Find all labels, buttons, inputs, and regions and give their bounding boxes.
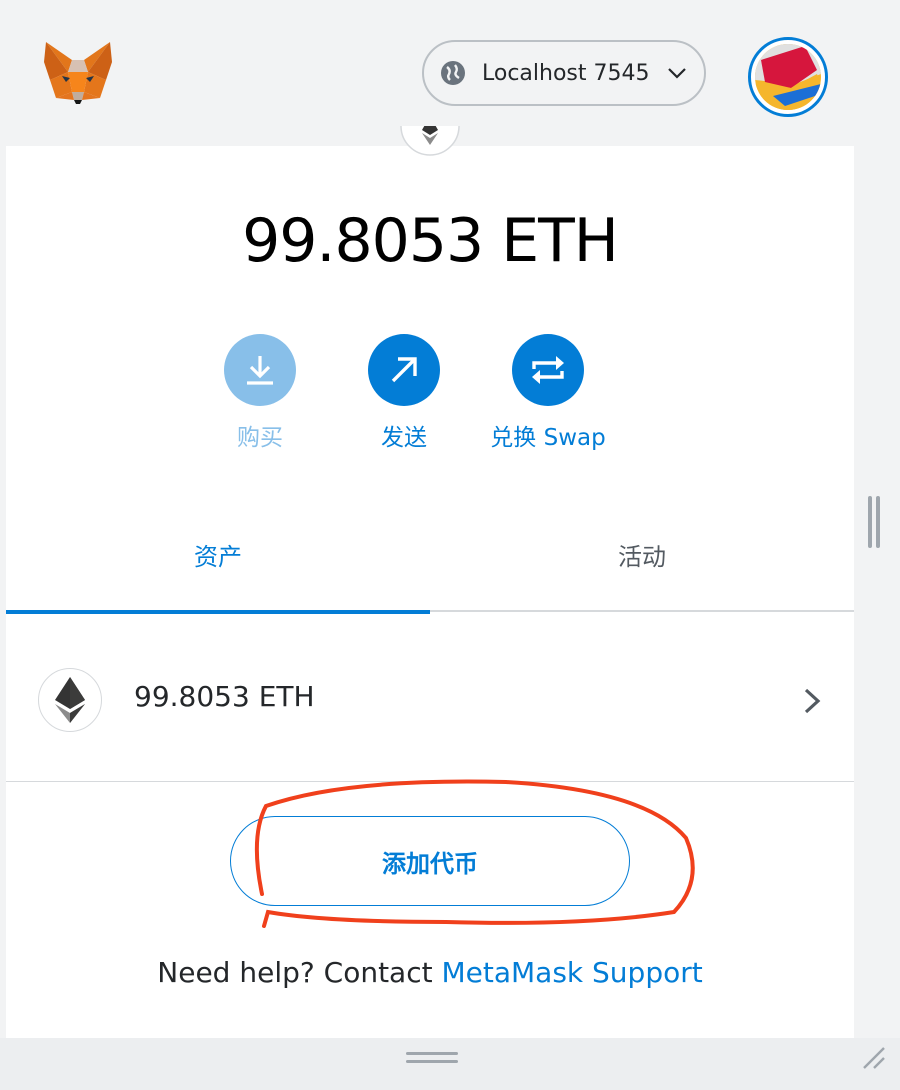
window-bottom-bar [0,1038,900,1090]
asset-token-icon [38,668,102,732]
wallet-overview: 99.8053 ETH 购买 发送 兑换 Swap 资产 活动 99.8053 … [6,126,854,1038]
help-text: Need help? Contact MetaMask Support [6,956,854,989]
tab-activity-label: 活动 [618,542,666,571]
download-icon [247,356,273,385]
swap-button-circle[interactable] [512,334,584,406]
chevron-right-icon [804,688,821,714]
send-label: 发送 [381,425,427,451]
app-header: Localhost 7545 [6,0,854,146]
asset-list-item[interactable]: 99.8053 ETH [6,620,854,782]
arrow-up-right-icon [391,357,417,383]
add-token-label: 添加代币 [382,849,478,878]
primary-balance: 99.8053 ETH [242,206,619,276]
resize-handle-icon[interactable] [860,1044,888,1072]
swap-arrows-icon [532,356,564,384]
active-tab-indicator [6,610,430,614]
buy-label: 购买 [237,425,283,451]
metamask-support-link[interactable]: MetaMask Support [441,956,702,989]
help-prefix: Need help? Contact [157,956,442,989]
swap-button[interactable]: 兑换 Swap [478,334,618,452]
tab-assets[interactable]: 资产 [6,496,430,614]
network-selector-button[interactable]: Localhost 7545 [422,40,706,106]
send-button[interactable]: 发送 [334,334,474,452]
account-avatar-icon [755,44,821,110]
home-tabs: 资产 活动 [6,496,854,614]
send-button-circle[interactable] [368,334,440,406]
asset-amount: 99.8053 ETH [134,680,315,713]
metamask-fox-logo-icon[interactable] [42,40,114,106]
tab-activity[interactable]: 活动 [430,496,854,612]
chevron-down-icon [667,68,686,79]
drag-handle-icon[interactable] [406,1052,458,1064]
add-token-button[interactable]: 添加代币 [230,816,630,906]
scrollbar-thumb[interactable] [868,496,880,548]
globe-icon [441,61,465,85]
buy-button-circle[interactable] [224,334,296,406]
tab-assets-label: 资产 [194,542,242,571]
buy-button[interactable]: 购买 [190,334,330,452]
ethereum-icon [55,677,85,723]
network-label: Localhost 7545 [482,60,650,86]
account-menu-button[interactable] [748,37,828,117]
swap-label: 兑换 Swap [490,425,606,451]
ethereum-icon [400,126,460,156]
